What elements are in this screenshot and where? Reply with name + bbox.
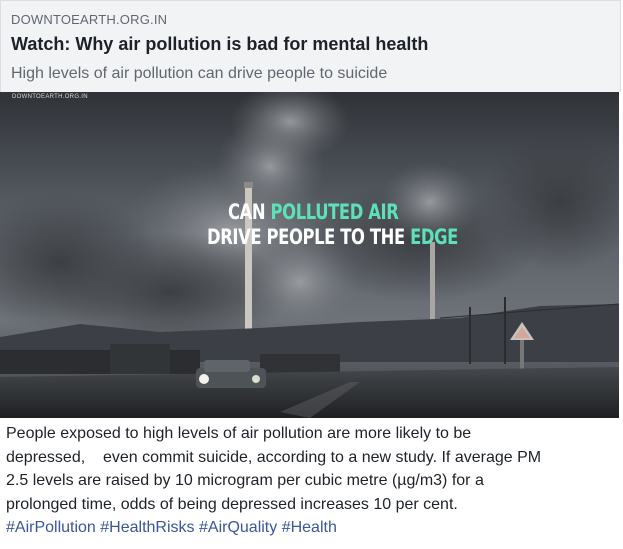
post-line: prolonged time, odds of being depressed … xyxy=(6,495,458,513)
overlay-line-1-start: CAN xyxy=(228,200,271,224)
hashtag-link[interactable]: #AirPollution xyxy=(6,519,96,536)
post-line: depressed, even commit suicide, accordin… xyxy=(6,448,542,466)
hashtag-row: #AirPollution #HealthRisks #AirQuality #… xyxy=(6,516,606,540)
link-domain: DOWNTOEARTH.ORG.IN xyxy=(11,12,168,27)
overlay-line-2-start: DRIVE PEOPLE TO THE xyxy=(207,225,411,249)
post-line: 2.5 levels are raised by 10 microgram pe… xyxy=(6,472,484,489)
hashtag-link[interactable]: #HealthRisks xyxy=(100,519,194,536)
link-subline: High levels of air pollution can drive p… xyxy=(11,65,388,82)
video-overlay-text: DOWNTOEARTH.ORG.IN CAN POLLUTED AIR DRIV… xyxy=(0,92,619,418)
video-corner-tag: DOWNTOEARTH.ORG.IN xyxy=(12,94,88,100)
post-card: DOWNTOEARTH.ORG.IN Watch: Why air pollut… xyxy=(0,0,623,549)
overlay-line-2: DRIVE PEOPLE TO THE EDGE xyxy=(207,225,458,249)
link-preview[interactable]: DOWNTOEARTH.ORG.IN Watch: Why air pollut… xyxy=(0,0,621,92)
hashtag-link[interactable]: #AirQuality xyxy=(199,519,277,536)
overlay-line-2-accent: EDGE xyxy=(410,225,458,249)
link-headline[interactable]: Watch: Why air pollution is bad for ment… xyxy=(11,34,428,55)
post-body: People exposed to high levels of air pol… xyxy=(6,422,606,540)
hashtag-link[interactable]: #Health xyxy=(282,519,337,536)
post-line: People exposed to high levels of air pol… xyxy=(6,425,472,442)
video-thumbnail[interactable]: DOWNTOEARTH.ORG.IN CAN POLLUTED AIR DRIV… xyxy=(0,92,619,418)
overlay-line-1-accent: POLLUTED AIR xyxy=(270,200,399,224)
overlay-line-1: CAN POLLUTED AIR xyxy=(228,200,399,224)
